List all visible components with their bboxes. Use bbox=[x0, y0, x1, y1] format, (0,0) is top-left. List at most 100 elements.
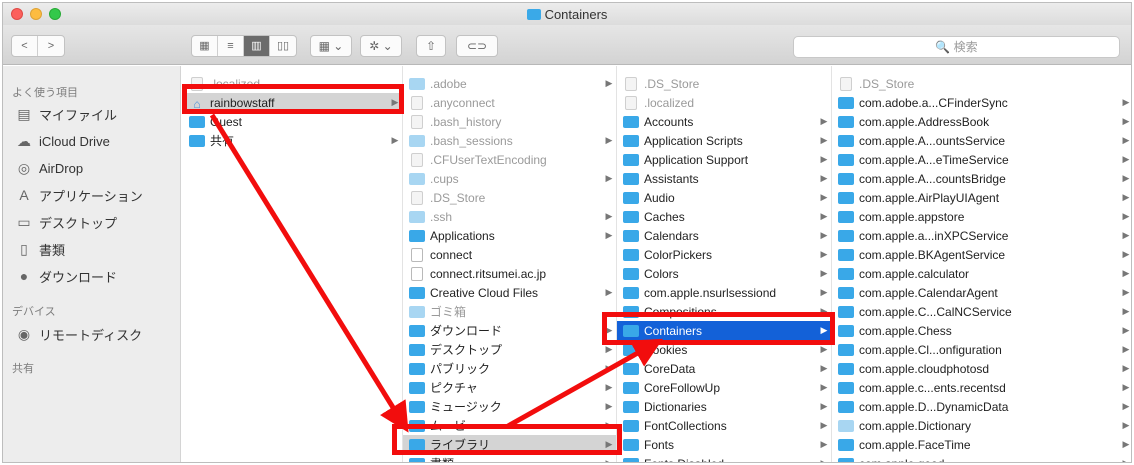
list-item[interactable]: ミュージック ▶ bbox=[403, 397, 616, 416]
list-item[interactable]: com.apple.cloudphotosd ▶ bbox=[832, 359, 1131, 378]
list-item[interactable]: 書類▶ bbox=[403, 454, 616, 462]
arrange-button[interactable]: ▦ ⌄ bbox=[310, 35, 352, 57]
sidebar-item-remote-disc[interactable]: ◉ リモートディスク bbox=[15, 322, 175, 346]
sidebar-item-desktop[interactable]: ▭ デスクトップ bbox=[15, 210, 175, 234]
list-item[interactable]: Compositions ▶ bbox=[617, 302, 831, 321]
list-item[interactable]: com.apple.calculator ▶ bbox=[832, 264, 1131, 283]
edit-tags-button[interactable]: ⊂⊃ bbox=[456, 35, 498, 57]
gear-icon: ✲ ⌄ bbox=[369, 39, 393, 53]
list-item[interactable]: Assistants ▶ bbox=[617, 169, 831, 188]
list-item[interactable]: ライブラリ ▶ bbox=[403, 435, 616, 454]
search-field[interactable]: 🔍 検索 bbox=[793, 36, 1120, 58]
list-item[interactable]: com.apple.D...DynamicData ▶ bbox=[832, 397, 1131, 416]
list-item[interactable]: com.apple.Cl...onfiguration ▶ bbox=[832, 340, 1131, 359]
list-item[interactable]: connect bbox=[403, 245, 616, 264]
list-item[interactable]: Application Support ▶ bbox=[617, 150, 831, 169]
icon-view-button[interactable]: ▦ bbox=[192, 36, 218, 56]
list-item[interactable]: com.apple.Chess ▶ bbox=[832, 321, 1131, 340]
list-item[interactable]: ColorPickers ▶ bbox=[617, 245, 831, 264]
item-label: com.apple.CalendarAgent bbox=[859, 285, 998, 300]
column-view-button[interactable]: ▥ bbox=[244, 36, 270, 56]
list-item[interactable]: Containers ▶ bbox=[617, 321, 831, 340]
item-label: rainbowstaff bbox=[210, 95, 275, 110]
list-item[interactable]: com.apple.a...inXPCService ▶ bbox=[832, 226, 1131, 245]
list-item[interactable]: ゴミ箱 bbox=[403, 302, 616, 321]
list-item[interactable]: com.apple.appstore ▶ bbox=[832, 207, 1131, 226]
list-item[interactable]: Fonts ▶ bbox=[617, 435, 831, 454]
sidebar-item-documents[interactable]: ▯ 書類 bbox=[15, 237, 175, 261]
list-item[interactable]: .bash_sessions ▶ bbox=[403, 131, 616, 150]
list-item[interactable]: connect.ritsumei.ac.jp bbox=[403, 264, 616, 283]
chevron-right-icon: ▶ bbox=[820, 116, 828, 126]
sidebar-item-airdrop[interactable]: ◎ AirDrop bbox=[15, 156, 175, 180]
list-item[interactable]: com.apple.BKAgentService ▶ bbox=[832, 245, 1131, 264]
item-label: com.apple.A...countsBridge bbox=[859, 171, 1006, 186]
list-item[interactable]: CoreFollowUp ▶ bbox=[617, 378, 831, 397]
list-item[interactable]: .adobe ▶ bbox=[403, 74, 616, 93]
list-item[interactable]: Audio ▶ bbox=[617, 188, 831, 207]
list-item[interactable]: com.apple.Dictionary ▶ bbox=[832, 416, 1131, 435]
list-item[interactable]: com.apple.AirPlayUIAgent ▶ bbox=[832, 188, 1131, 207]
list-item[interactable]: Fonts Disabled▶ bbox=[617, 454, 831, 462]
list-item[interactable]: com.apple.C...CalNCService ▶ bbox=[832, 302, 1131, 321]
cover-flow-view-icon: ▯▯ bbox=[276, 40, 290, 52]
list-item[interactable]: com.apple.c...ents.recentsd ▶ bbox=[832, 378, 1131, 397]
list-item[interactable]: パブリック ▶ bbox=[403, 359, 616, 378]
list-item[interactable]: com.apple.A...countsBridge ▶ bbox=[832, 169, 1131, 188]
sidebar-item-applications[interactable]: A アプリケーション bbox=[15, 183, 175, 207]
cover-flow-view-button[interactable]: ▯▯ bbox=[270, 36, 296, 56]
list-item[interactable]: デスクトップ ▶ bbox=[403, 340, 616, 359]
folder-icon bbox=[623, 438, 639, 451]
list-item[interactable]: Application Scripts ▶ bbox=[617, 131, 831, 150]
list-item[interactable]: .DS_Store bbox=[403, 188, 616, 207]
folder-icon bbox=[409, 229, 425, 242]
chevron-left-icon: < bbox=[21, 40, 28, 52]
list-item[interactable]: ムービー ▶ bbox=[403, 416, 616, 435]
list-item[interactable]: .ssh ▶ bbox=[403, 207, 616, 226]
list-item[interactable]: .DS_Store bbox=[617, 74, 831, 93]
list-item[interactable]: .localized bbox=[617, 93, 831, 112]
list-item[interactable]: .cups ▶ bbox=[403, 169, 616, 188]
list-item[interactable]: com.apple.A...eTimeService ▶ bbox=[832, 150, 1131, 169]
list-item[interactable]: Cookies ▶ bbox=[617, 340, 831, 359]
folder-icon bbox=[838, 305, 854, 318]
list-item[interactable]: Creative Cloud Files ▶ bbox=[403, 283, 616, 302]
sidebar-item-all-files[interactable]: ▤ マイファイル bbox=[15, 102, 175, 126]
list-item[interactable]: com.apple.FaceTime ▶ bbox=[832, 435, 1131, 454]
list-item[interactable]: com.apple.AddressBook ▶ bbox=[832, 112, 1131, 131]
sidebar-item-downloads[interactable]: ● ダウンロード bbox=[15, 264, 175, 288]
list-item[interactable]: com.apple.A...ountsService ▶ bbox=[832, 131, 1131, 150]
list-item[interactable]: Colors ▶ bbox=[617, 264, 831, 283]
list-item[interactable]: com.apple.geod▶ bbox=[832, 454, 1131, 462]
list-item[interactable]: Dictionaries ▶ bbox=[617, 397, 831, 416]
list-item[interactable]: .localized bbox=[183, 74, 402, 93]
list-item[interactable]: com.apple.nsurlsessiond ▶ bbox=[617, 283, 831, 302]
item-label: .DS_Store bbox=[859, 76, 915, 91]
list-item[interactable]: Caches ▶ bbox=[617, 207, 831, 226]
list-item[interactable]: Accounts ▶ bbox=[617, 112, 831, 131]
item-label: Compositions bbox=[644, 304, 717, 319]
list-item[interactable]: .anyconnect bbox=[403, 93, 616, 112]
forward-button[interactable]: > bbox=[38, 36, 64, 56]
chevron-right-icon: ▶ bbox=[820, 249, 828, 259]
list-item[interactable]: ピクチャ ▶ bbox=[403, 378, 616, 397]
share-button[interactable]: ⇧ bbox=[416, 35, 446, 57]
list-item[interactable]: .bash_history bbox=[403, 112, 616, 131]
list-item[interactable]: FontCollections ▶ bbox=[617, 416, 831, 435]
list-item[interactable]: ⌂ rainbowstaff ▶ bbox=[183, 93, 402, 112]
list-item[interactable]: ダウンロード ▶ bbox=[403, 321, 616, 340]
back-button[interactable]: < bbox=[12, 36, 38, 56]
list-view-button[interactable]: ≡ bbox=[218, 36, 244, 56]
list-item[interactable]: com.apple.CalendarAgent ▶ bbox=[832, 283, 1131, 302]
list-item[interactable]: .DS_Store bbox=[832, 74, 1131, 93]
sidebar-item-cloud[interactable]: ☁ iCloud Drive bbox=[15, 129, 175, 153]
list-item[interactable]: .CFUserTextEncoding bbox=[403, 150, 616, 169]
list-item[interactable]: com.adobe.a...CFinderSync ▶ bbox=[832, 93, 1131, 112]
action-button[interactable]: ✲ ⌄ bbox=[360, 35, 402, 57]
list-item[interactable]: Applications ▶ bbox=[403, 226, 616, 245]
list-item[interactable]: Calendars ▶ bbox=[617, 226, 831, 245]
list-item[interactable]: Guest bbox=[183, 112, 402, 131]
list-item[interactable]: CoreData ▶ bbox=[617, 359, 831, 378]
sidebar-item-label: 書類 bbox=[39, 242, 66, 258]
list-item[interactable]: 共有 ▶ bbox=[183, 131, 402, 150]
